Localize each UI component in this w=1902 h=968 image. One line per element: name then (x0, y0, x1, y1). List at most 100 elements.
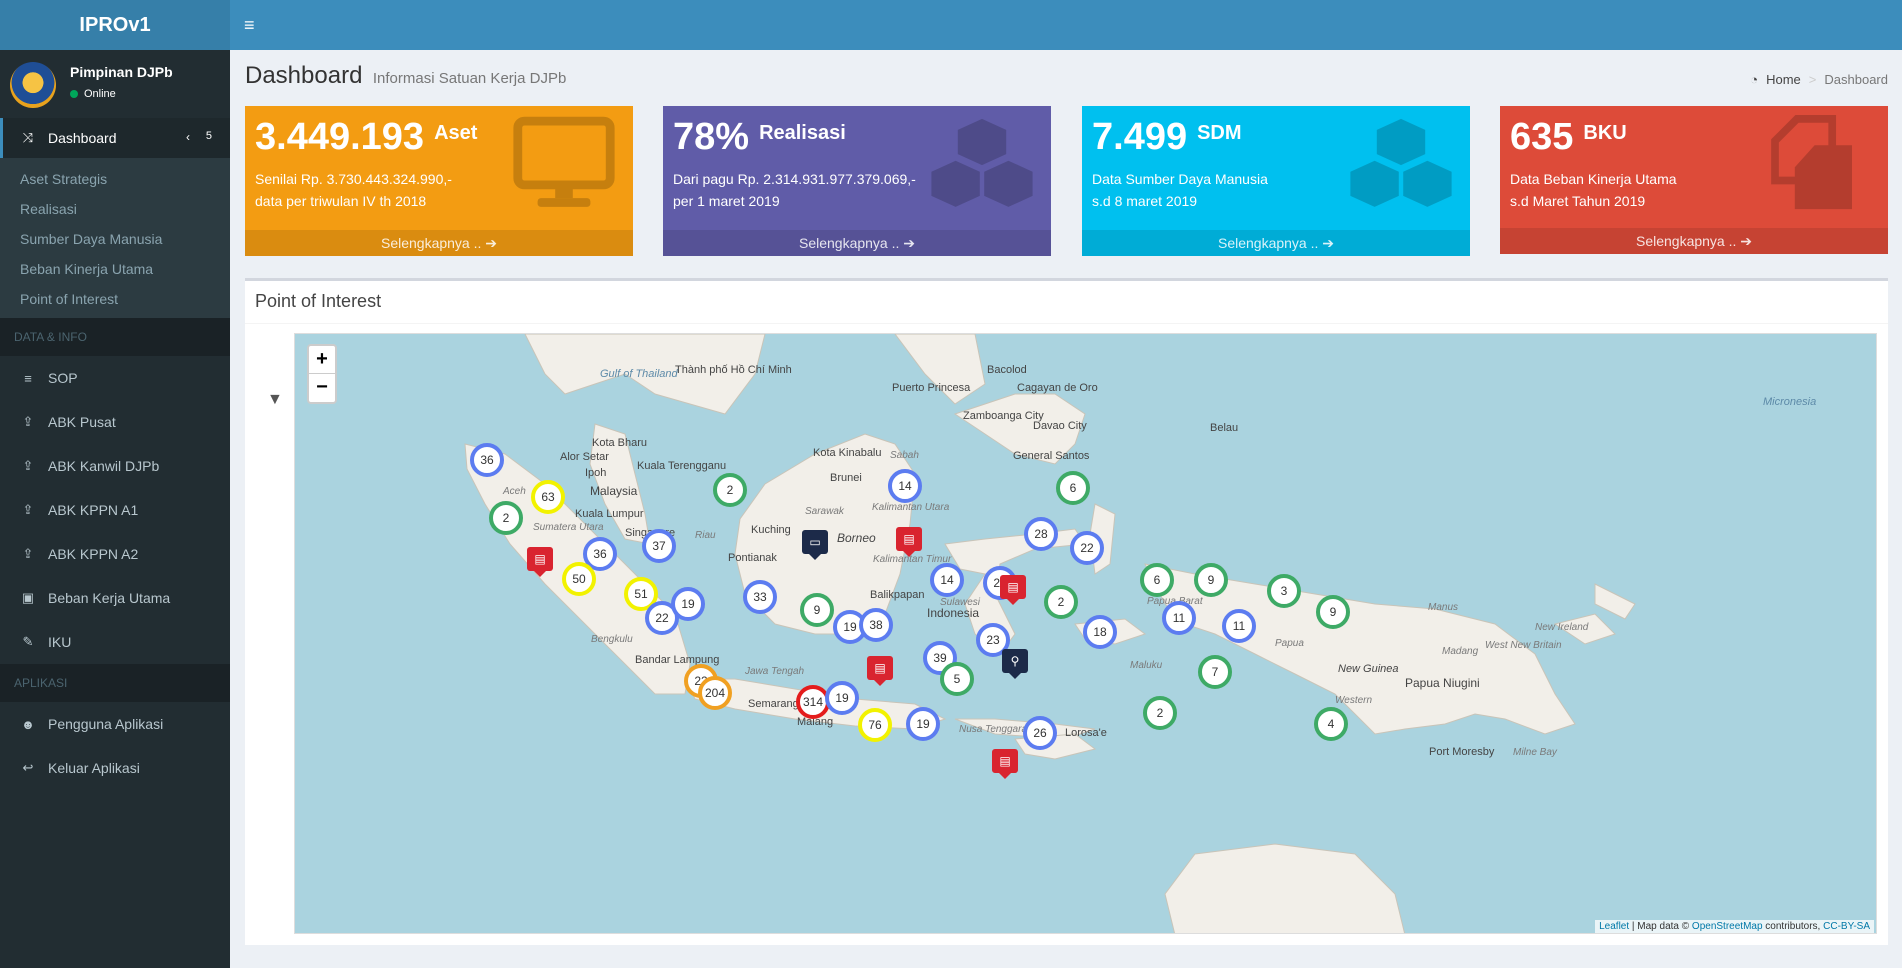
sidebar-item-abk-pusat[interactable]: ⇪ ABK Pusat (0, 400, 230, 444)
map-cluster[interactable]: 3 (1267, 574, 1301, 608)
user-panel: Pimpinan DJPb Online (0, 50, 230, 118)
cc-link[interactable]: CC-BY-SA (1823, 921, 1870, 932)
realisasi-more-link[interactable]: Selengkapnya .. ➔ (663, 230, 1051, 256)
sidebar-item-abk-kanwil[interactable]: ⇪ ABK Kanwil DJPb (0, 444, 230, 488)
leaflet-link[interactable]: Leaflet (1599, 921, 1629, 932)
sidebar-item-iku[interactable]: ✎ IKU (0, 620, 230, 664)
map-cluster[interactable]: 63 (531, 480, 565, 514)
sidebar-sub-realisasi[interactable]: Realisasi (0, 194, 230, 224)
bus-marker[interactable]: ▤ (896, 527, 922, 557)
zoom-in-button[interactable]: + (309, 346, 335, 374)
sdm-unit: SDM (1197, 122, 1242, 144)
map-cluster[interactable]: 14 (888, 469, 922, 503)
copy-icon (1771, 115, 1852, 210)
map-cluster[interactable]: 9 (1194, 563, 1228, 597)
sdm-more-link[interactable]: Selengkapnya .. ➔ (1082, 230, 1470, 256)
attribution-text: | Map data © (1629, 921, 1692, 932)
map-cluster[interactable]: 50 (562, 562, 596, 596)
map-cluster[interactable]: 2 (489, 501, 523, 535)
dashboard-submenu: Aset Strategis Realisasi Sumber Daya Man… (0, 158, 230, 318)
map-cluster[interactable]: 38 (859, 608, 893, 642)
map-cluster[interactable]: 19 (906, 707, 940, 741)
map-cluster[interactable]: 204 (698, 676, 732, 710)
map-cluster[interactable]: 22 (1070, 531, 1104, 565)
map-cluster[interactable]: 2 (1044, 585, 1078, 619)
map-label: Lorosa'e (1065, 727, 1107, 739)
bku-more-link[interactable]: Selengkapnya .. ➔ (1500, 228, 1888, 254)
map-label: Manus (1428, 602, 1459, 613)
sidebar-item-keluar[interactable]: ↩ Keluar Aplikasi (0, 746, 230, 790)
hamburger-icon[interactable]: ≡ (244, 15, 264, 35)
app-logo[interactable]: IPROv1 (0, 0, 230, 50)
menu-header-data: DATA & INFO (0, 318, 230, 356)
sidebar-item-sop[interactable]: ≡ SOP (0, 356, 230, 400)
bus-icon: ▤ (1000, 575, 1026, 599)
sidebar-sub-poi[interactable]: Point of Interest (0, 284, 230, 314)
sidebar-sub-sdm[interactable]: Sumber Daya Manusia (0, 224, 230, 254)
map-label: Milne Bay (1513, 747, 1557, 758)
realisasi-unit: Realisasi (759, 122, 846, 144)
map-cluster[interactable]: 6 (1056, 471, 1090, 505)
upload-icon: ⇪ (22, 546, 34, 561)
map-label: Sabah (890, 450, 919, 461)
users-icon: ☻ (21, 716, 35, 732)
aset-more-link[interactable]: Selengkapnya .. ➔ (245, 230, 633, 256)
cubes-icon (931, 118, 1033, 207)
osm-link[interactable]: OpenStreetMap (1692, 921, 1763, 932)
zoom-out-button[interactable]: − (309, 374, 335, 402)
map-cluster[interactable]: 14 (930, 563, 964, 597)
bus-marker[interactable]: ▤ (992, 749, 1018, 779)
map-label: General Santos (1013, 450, 1090, 462)
sidebar-sub-bku[interactable]: Beban Kinerja Utama (0, 254, 230, 284)
breadcrumb: ◔ Home > Dashboard (1750, 72, 1888, 87)
map-label: Kalimantan Utara (872, 502, 950, 513)
map-cluster[interactable]: 4 (1314, 707, 1348, 741)
sidebar-item-abk-kppn-a2[interactable]: ⇪ ABK KPPN A2 (0, 532, 230, 576)
map-cluster[interactable]: 2 (1143, 696, 1177, 730)
bus-icon: ▤ (527, 547, 553, 571)
map-cluster[interactable]: 9 (800, 593, 834, 627)
map-cluster[interactable]: 76 (858, 708, 892, 742)
map-cluster[interactable]: 36 (470, 443, 504, 477)
bus-icon: ▤ (992, 749, 1018, 773)
map-cluster[interactable]: 2 (713, 473, 747, 507)
sidebar-item-pengguna[interactable]: ☻ Pengguna Aplikasi (0, 702, 230, 746)
map-cluster[interactable]: 19 (671, 587, 705, 621)
bus-marker[interactable]: ▤ (527, 547, 553, 577)
pin-marker[interactable]: ⚲ (1002, 649, 1028, 679)
bku-line2: s.d Maret Tahun 2019 (1510, 193, 1646, 209)
map-cluster[interactable]: 19 (825, 681, 859, 715)
map-cluster[interactable]: 11 (1162, 601, 1196, 635)
bed-marker[interactable]: ▭ (802, 530, 828, 560)
map-cluster[interactable]: 18 (1083, 615, 1117, 649)
sidebar-item-abk-kppn-a1[interactable]: ⇪ ABK KPPN A1 (0, 488, 230, 532)
sidebar-item-beban-kerja[interactable]: ▣ Beban Kerja Utama (0, 576, 230, 620)
map-cluster[interactable]: 37 (642, 529, 676, 563)
map-cluster[interactable]: 11 (1222, 609, 1256, 643)
map-cluster[interactable]: 6 (1140, 563, 1174, 597)
map-label: Riau (695, 530, 716, 541)
sidebar-item-dashboard[interactable]: ⤨ Dashboard ‹ 5 (0, 118, 230, 158)
map-cluster[interactable]: 28 (1024, 517, 1058, 551)
map-cluster[interactable]: 33 (743, 580, 777, 614)
poi-map[interactable]: + − Gulf of Thailand Thành phố Hồ Chí Mi… (294, 333, 1877, 934)
map-cluster[interactable]: 7 (1198, 655, 1232, 689)
map-label: Davao City (1033, 420, 1087, 432)
aset-line1: Senilai Rp. 3.730.443.324.990,- (255, 171, 452, 187)
map-label: Balikpapan (870, 589, 925, 601)
map-label: Madang (1442, 646, 1479, 657)
bku-value: 635 (1510, 116, 1574, 158)
bus-marker[interactable]: ▤ (1000, 575, 1026, 605)
map-cluster[interactable]: 5 (940, 662, 974, 696)
breadcrumb-home[interactable]: Home (1766, 72, 1801, 87)
map-cluster[interactable]: 26 (1023, 716, 1057, 750)
monitor-icon (513, 116, 615, 207)
filter-icon[interactable]: ▼ (267, 391, 283, 409)
map-attribution: Leaflet | Map data © OpenStreetMap contr… (1595, 920, 1874, 933)
map-label: Indonesia (927, 606, 980, 620)
poi-title: Point of Interest (255, 291, 382, 311)
sidebar-sub-aset-strategis[interactable]: Aset Strategis (0, 164, 230, 194)
sidebar-item-label: SOP (48, 370, 78, 386)
map-cluster[interactable]: 9 (1316, 595, 1350, 629)
bus-marker[interactable]: ▤ (867, 656, 893, 686)
